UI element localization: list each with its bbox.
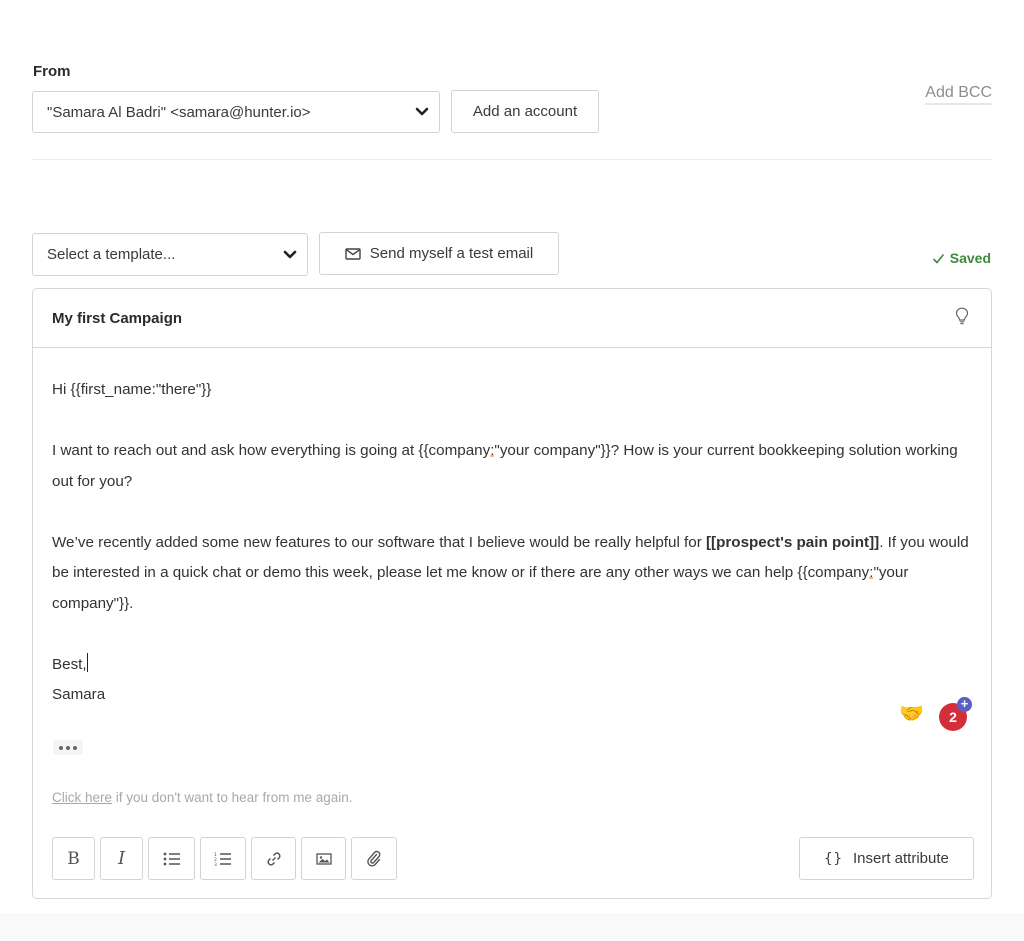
body-text-segment: I want to reach out and ask how everythi… xyxy=(52,442,491,459)
body-paragraph-1: I want to reach out and ask how everythi… xyxy=(52,436,977,497)
placeholder-prospect-pain-point: [[prospect's pain point]] xyxy=(705,533,880,551)
bullet-list-button[interactable] xyxy=(148,837,195,880)
page-footer-band xyxy=(0,913,1024,941)
saved-status-text: Saved xyxy=(949,250,991,266)
from-account-value: "Samara Al Badri" <samara@hunter.io> xyxy=(47,103,311,121)
reactions: 🤝 2 + xyxy=(899,697,979,731)
body-greeting: Hi {{first_name:"there"}} xyxy=(52,381,212,398)
email-subject[interactable]: My first Campaign xyxy=(52,310,182,327)
formatting-toolbar: B I 123 xyxy=(52,837,397,880)
unsubscribe-link[interactable]: Click here xyxy=(52,790,112,805)
unsubscribe-text: if you don't want to hear from me again. xyxy=(112,790,353,805)
image-button[interactable] xyxy=(301,837,346,880)
body-signoff: Best, xyxy=(52,650,977,681)
email-body[interactable]: Hi {{first_name:"there"}} I want to reac… xyxy=(52,375,977,711)
subject-row: My first Campaign xyxy=(33,289,991,348)
send-test-email-button[interactable]: Send myself a test email xyxy=(319,232,559,275)
body-paragraph-2: We’ve recently added some new features t… xyxy=(52,528,977,620)
numbered-list-button[interactable]: 123 xyxy=(200,837,246,880)
insert-attribute-label: Insert attribute xyxy=(852,850,949,867)
send-test-email-label: Send myself a test email xyxy=(369,245,534,262)
dot-icon xyxy=(66,745,70,750)
dot-icon xyxy=(59,745,63,750)
insert-attribute-button[interactable]: {} Insert attribute xyxy=(799,837,974,880)
from-account-select[interactable]: "Samara Al Badri" <samara@hunter.io> xyxy=(32,91,440,133)
email-editor: My first Campaign Hi {{first_name:"there… xyxy=(32,288,992,899)
dot-icon xyxy=(73,745,77,750)
bold-button[interactable]: B xyxy=(52,837,95,880)
attachment-button[interactable] xyxy=(351,837,397,880)
signoff-text: Best, xyxy=(52,655,87,673)
template-select[interactable]: Select a template... xyxy=(32,233,308,276)
chevron-down-icon xyxy=(415,107,429,116)
link-icon xyxy=(266,851,281,866)
text-cursor xyxy=(86,652,88,672)
body-text-segment: We’ve recently added some new features t… xyxy=(52,533,706,551)
braces-icon: {} xyxy=(824,850,843,867)
chevron-down-icon xyxy=(283,250,297,258)
unsubscribe-line: Click here if you don't want to hear fro… xyxy=(52,790,353,805)
italic-button[interactable]: I xyxy=(100,837,143,880)
body-signature: Samara xyxy=(52,686,106,703)
lightbulb-icon[interactable] xyxy=(955,307,969,325)
add-account-button[interactable]: Add an account xyxy=(451,90,599,133)
handshake-icon[interactable]: 🤝 xyxy=(899,704,924,724)
plus-icon[interactable]: + xyxy=(957,697,972,712)
saved-status: Saved xyxy=(932,250,991,266)
link-button[interactable] xyxy=(251,837,296,880)
bullet-list-icon xyxy=(163,852,180,865)
show-trimmed-content-button[interactable] xyxy=(53,740,83,755)
svg-text:3: 3 xyxy=(214,862,217,866)
numbered-list-icon: 123 xyxy=(214,852,231,866)
template-select-placeholder: Select a template... xyxy=(47,246,176,263)
from-label: From xyxy=(33,63,71,80)
section-divider xyxy=(32,159,992,160)
checkmark-icon xyxy=(932,253,944,264)
envelope-icon xyxy=(345,247,361,260)
image-icon xyxy=(315,852,332,865)
add-bcc-link[interactable]: Add BCC xyxy=(925,84,992,105)
paperclip-icon xyxy=(367,850,381,867)
